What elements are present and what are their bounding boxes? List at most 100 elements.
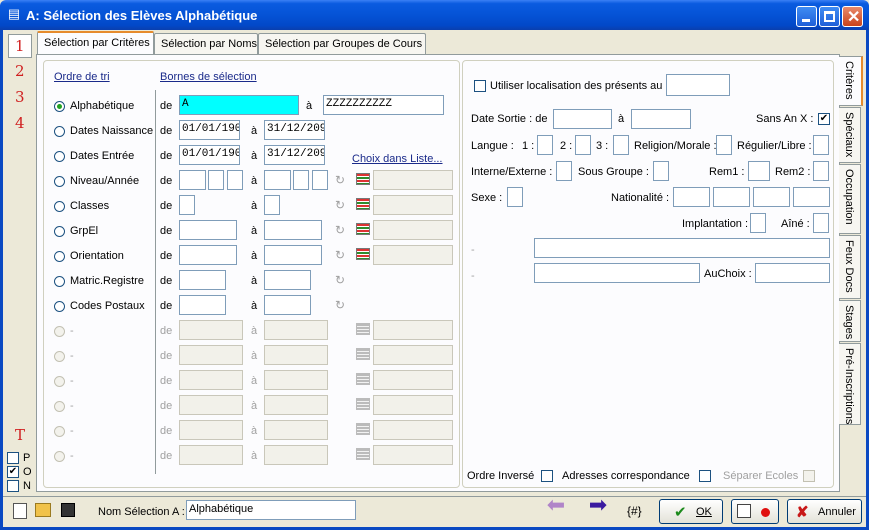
reload-icon[interactable]: ↻ <box>333 173 347 187</box>
reload-icon[interactable]: ↻ <box>333 273 347 287</box>
date-from-input[interactable]: 01/01/1900 <box>179 145 240 165</box>
regulier-input[interactable] <box>813 135 829 155</box>
vtab-2[interactable]: Occupation <box>839 164 861 234</box>
arrow-right-icon[interactable]: ➡ <box>580 494 616 516</box>
list-grid-icon[interactable] <box>356 248 370 260</box>
vtab-5[interactable]: Pré-Inscriptions <box>839 343 861 425</box>
close-button[interactable]: ✕ <box>842 6 863 27</box>
sans-an-checkbox[interactable]: ✔ <box>818 113 830 125</box>
sort-radio[interactable] <box>54 101 65 112</box>
open-folder-icon[interactable] <box>35 503 51 517</box>
arrow-left-icon[interactable]: ⬅ <box>538 494 574 516</box>
ordre-de-tri-header[interactable]: Ordre de tri <box>54 71 110 83</box>
side-number[interactable]: 4 <box>15 114 25 132</box>
date-sortie-to[interactable] <box>631 109 691 129</box>
alpha-to-input[interactable]: ZZZZZZZZZZ <box>323 95 444 115</box>
interne-input[interactable] <box>556 161 572 181</box>
n-checkbox[interactable] <box>7 480 19 492</box>
niveau-from-input-2[interactable] <box>227 170 243 190</box>
range-to-input[interactable] <box>264 270 311 290</box>
tab-groupes[interactable]: Sélection par Groupes de Cours <box>258 33 426 55</box>
sort-radio[interactable] <box>54 176 65 187</box>
sort-radio[interactable] <box>54 251 65 262</box>
list-grid-icon[interactable] <box>356 223 370 235</box>
reload-icon[interactable]: ↻ <box>333 298 347 312</box>
niveau-from-input-1[interactable] <box>208 170 224 190</box>
side-number[interactable]: 1 <box>15 37 25 55</box>
religion-input[interactable] <box>716 135 732 155</box>
range-from-input[interactable] <box>179 220 237 240</box>
vtab-4[interactable]: Stages <box>839 300 861 342</box>
localisation-date-input[interactable] <box>666 74 730 96</box>
vtab-1[interactable]: Spéciaux <box>839 107 861 163</box>
ordre-inverse-checkbox[interactable] <box>541 470 553 482</box>
o-checkbox[interactable]: ✔ <box>7 466 19 478</box>
separer-checkbox[interactable] <box>803 470 815 482</box>
adresses-checkbox[interactable] <box>699 470 711 482</box>
niveau-from-input-0[interactable] <box>179 170 206 190</box>
range-to-input[interactable] <box>264 295 311 315</box>
p-checkbox[interactable] <box>7 452 19 464</box>
sort-radio[interactable] <box>54 276 65 287</box>
range-to-input[interactable] <box>264 245 322 265</box>
save-disk-icon[interactable] <box>61 503 75 517</box>
niveau-to-input-0[interactable] <box>264 170 291 190</box>
hash-button[interactable]: {#} <box>627 504 642 518</box>
sort-radio[interactable] <box>54 126 65 137</box>
title-bar[interactable]: ▤ A: Sélection des Elèves Alphabétique ✕ <box>0 0 869 30</box>
nationalite-input-1[interactable] <box>673 187 710 207</box>
side-number[interactable]: 2 <box>15 62 25 80</box>
list-grid-icon[interactable] <box>356 198 370 210</box>
range-from-input[interactable] <box>179 245 237 265</box>
classes-from-input[interactable] <box>179 195 195 215</box>
date-sortie-from[interactable] <box>553 109 612 129</box>
langue-2-input[interactable] <box>575 135 591 155</box>
vtab-0[interactable]: Critères <box>839 56 863 106</box>
nationalite-input-2[interactable] <box>713 187 750 207</box>
side-number[interactable]: 3 <box>15 88 25 106</box>
tab-criteres[interactable]: Sélection par Critères <box>37 31 154 55</box>
langue-1-input[interactable] <box>537 135 553 155</box>
range-to-input[interactable] <box>264 220 322 240</box>
extra-input-1[interactable] <box>534 238 830 258</box>
auchoix-input[interactable] <box>755 263 830 283</box>
rem1-input[interactable] <box>748 161 770 181</box>
range-from-input[interactable] <box>179 270 226 290</box>
list-grid-icon[interactable] <box>356 173 370 185</box>
date-to-input[interactable]: 31/12/2099 <box>264 145 325 165</box>
reload-icon[interactable]: ↻ <box>333 223 347 237</box>
sort-radio[interactable] <box>54 226 65 237</box>
sort-radio[interactable] <box>54 151 65 162</box>
new-document-icon[interactable] <box>13 503 27 519</box>
choix-dans-liste-link[interactable]: Choix dans Liste... <box>352 153 443 165</box>
date-from-input[interactable]: 01/01/1900 <box>179 120 240 140</box>
sexe-input[interactable] <box>507 187 523 207</box>
vtab-3[interactable]: Feux Docs <box>839 235 861 299</box>
nationalite-input-3[interactable] <box>753 187 790 207</box>
niveau-to-input-1[interactable] <box>293 170 309 190</box>
localisation-checkbox[interactable] <box>474 80 486 92</box>
minimize-button[interactable] <box>796 6 817 27</box>
maximize-button[interactable] <box>819 6 840 27</box>
langue-3-input[interactable] <box>613 135 629 155</box>
nom-selection-input[interactable]: Alphabétique <box>186 500 356 520</box>
tab-noms[interactable]: Sélection par Noms <box>154 33 258 55</box>
ok-button[interactable]: ✔ OK <box>659 499 723 524</box>
classes-to-input[interactable] <box>264 195 280 215</box>
bornes-header[interactable]: Bornes de sélection <box>160 71 257 83</box>
alpha-from-input[interactable]: A <box>179 95 299 115</box>
reload-icon[interactable]: ↻ <box>333 198 347 212</box>
range-from-input[interactable] <box>179 295 226 315</box>
sort-radio[interactable] <box>54 201 65 212</box>
niveau-to-input-2[interactable] <box>312 170 328 190</box>
sort-radio[interactable] <box>54 301 65 312</box>
side-t-label[interactable]: T <box>15 426 25 444</box>
implantation-input[interactable] <box>750 213 766 233</box>
extra-input-2[interactable] <box>534 263 700 283</box>
rem2-input[interactable] <box>813 161 829 181</box>
nationalite-input-4[interactable] <box>793 187 830 207</box>
tools-button[interactable] <box>731 499 779 524</box>
date-to-input[interactable]: 31/12/2099 <box>264 120 325 140</box>
reload-icon[interactable]: ↻ <box>333 248 347 262</box>
annuler-button[interactable]: ✘ Annuler <box>787 499 862 524</box>
